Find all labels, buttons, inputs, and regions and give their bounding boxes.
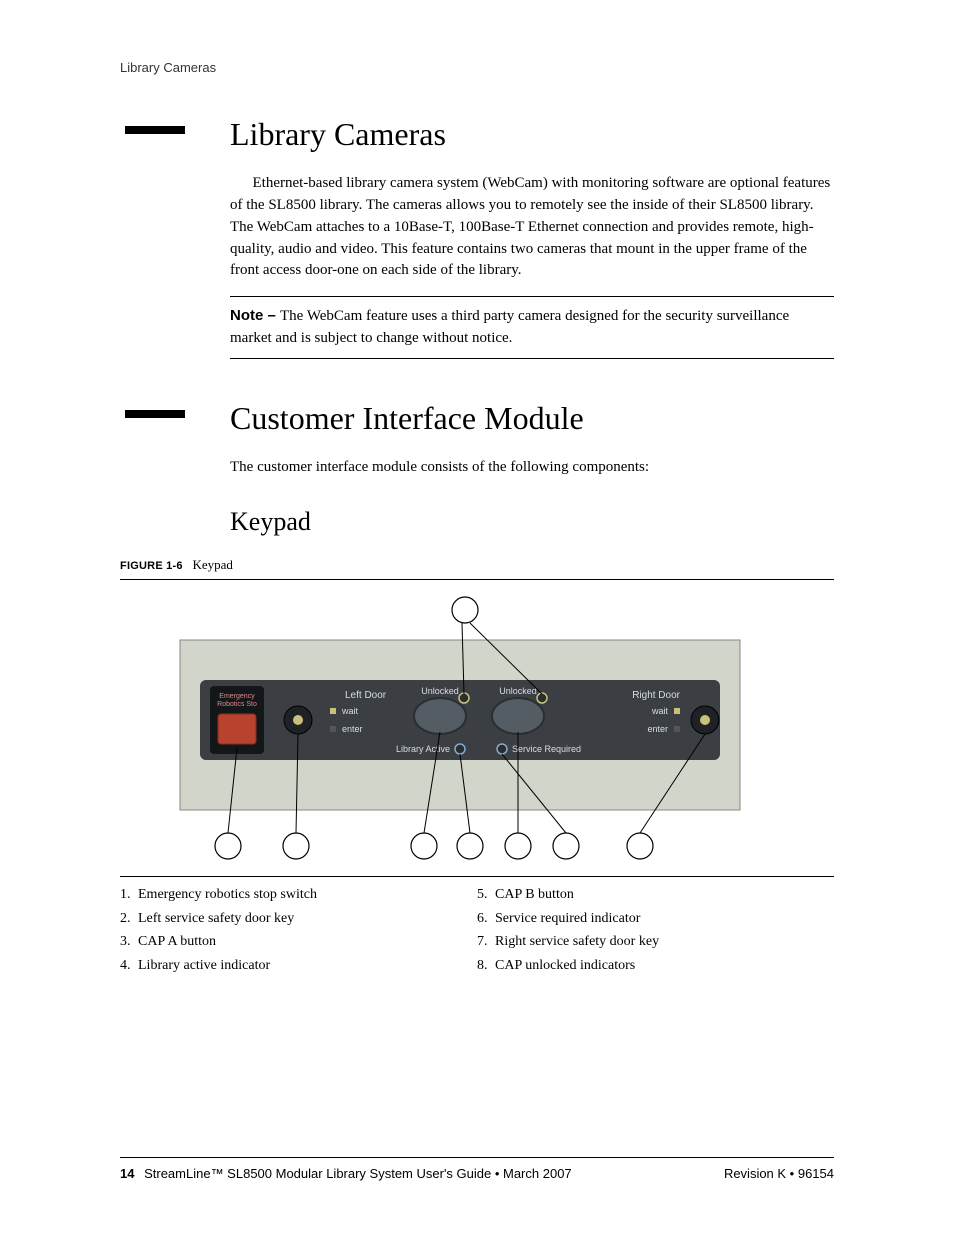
callout-marker-3 xyxy=(411,833,437,859)
figure-legend: 1.Emergency robotics stop switch 2.Left … xyxy=(120,883,834,978)
legend-item-4: 4.Library active indicator xyxy=(120,954,477,978)
legend-item-2: 2.Left service safety door key xyxy=(120,907,477,931)
legend-item-8: 8.CAP unlocked indicators xyxy=(477,954,834,978)
legend-item-5: 5.CAP B button xyxy=(477,883,834,907)
keypad-illustration: Emergency Robotics Sto Left Door wait en… xyxy=(120,590,834,860)
left-door-label: Left Door xyxy=(345,690,387,701)
wait-left-label: wait xyxy=(341,706,359,716)
enter-right-label: enter xyxy=(647,724,668,734)
estop-label-2: Robotics Sto xyxy=(217,701,257,708)
callout-marker-2 xyxy=(283,833,309,859)
callout-marker-5 xyxy=(505,833,531,859)
library-active-label: Library Active xyxy=(396,744,450,754)
callout-marker-8 xyxy=(452,597,478,623)
callout-marker-1 xyxy=(215,833,241,859)
section-title-library-cameras: Library Cameras xyxy=(230,115,834,153)
section-title-cim: Customer Interface Module xyxy=(230,399,834,437)
page-number: 14 xyxy=(120,1166,134,1181)
callout-marker-7 xyxy=(627,833,653,859)
callout-marker-4 xyxy=(457,833,483,859)
legend-item-3: 3.CAP A button xyxy=(120,930,477,954)
para-library-cameras: Ethernet-based library camera system (We… xyxy=(230,173,834,282)
enter-left-label: enter xyxy=(342,724,363,734)
subsection-title-keypad: Keypad xyxy=(230,507,834,537)
right-door-label: Right Door xyxy=(632,690,680,701)
note-text: The WebCam feature uses a third party ca… xyxy=(230,308,789,346)
unlocked-b-label: Unlocked xyxy=(499,686,537,696)
legend-item-1: 1.Emergency robotics stop switch xyxy=(120,883,477,907)
legend-item-6: 6.Service required indicator xyxy=(477,907,834,931)
unlocked-a-label: Unlocked xyxy=(421,686,459,696)
note-block: Note – The WebCam feature uses a third p… xyxy=(230,296,834,359)
service-required-label: Service Required xyxy=(512,744,581,754)
figure-label: FIGURE 1-6 xyxy=(120,560,183,572)
running-header: Library Cameras xyxy=(120,60,834,75)
page-footer: 14 StreamLine™ SL8500 Modular Library Sy… xyxy=(120,1157,834,1181)
legend-item-7: 7.Right service safety door key xyxy=(477,930,834,954)
figure-keypad: Emergency Robotics Sto Left Door wait en… xyxy=(120,579,834,877)
footer-revision: Revision K • 96154 xyxy=(724,1166,834,1181)
figure-title: Keypad xyxy=(192,557,232,572)
note-label: Note – xyxy=(230,307,280,324)
estop-label-1: Emergency xyxy=(219,693,255,700)
footer-title: StreamLine™ SL8500 Modular Library Syste… xyxy=(144,1166,572,1181)
callout-marker-6 xyxy=(553,833,579,859)
figure-caption: FIGURE 1-6 Keypad xyxy=(120,557,834,573)
wait-right-label: wait xyxy=(651,706,669,716)
para-cim-intro: The customer interface module consists o… xyxy=(230,457,834,479)
